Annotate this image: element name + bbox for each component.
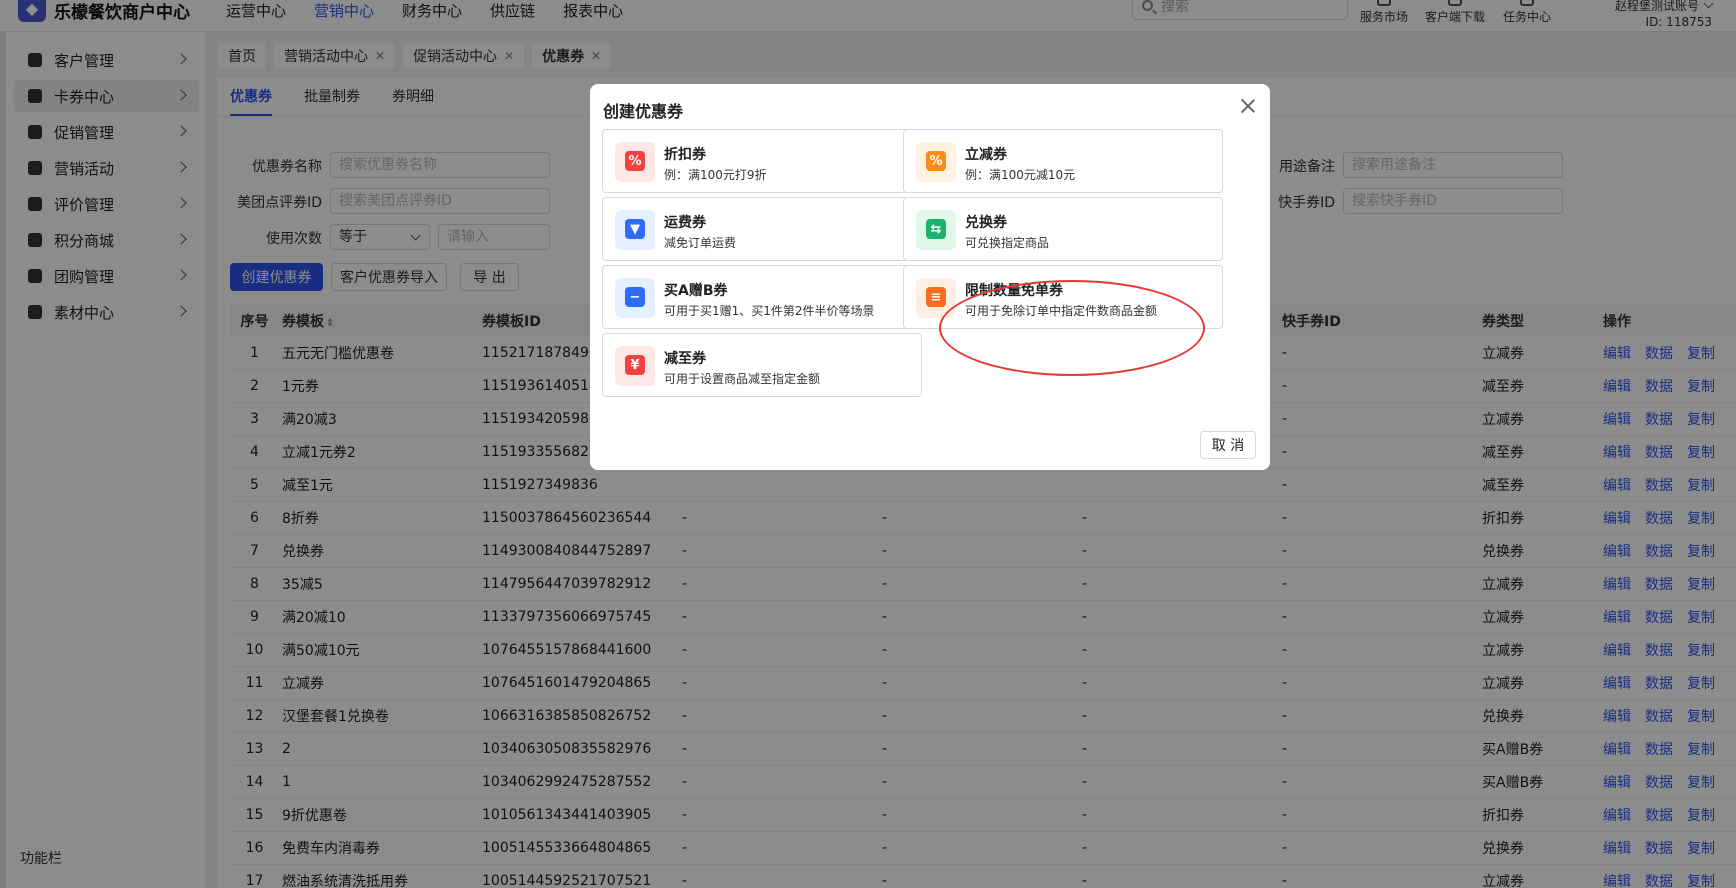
cart-icon: ▼: [615, 210, 655, 250]
gift-bag-icon: −: [615, 278, 655, 318]
coupon-type-name: 折扣券: [664, 147, 706, 163]
create-coupon-modal: 创建优惠券 % 折扣券 例：满100元打9折% 立减券 例：满100元减10元 ▼ 运费券减…: [590, 84, 1270, 470]
coupon-type-desc: 减免订单运费: [664, 236, 737, 250]
coupon-type-card[interactable]: ⇆ 兑换券可兑换指定商品: [903, 197, 1223, 261]
coupon-type-name: 运费券: [664, 215, 706, 231]
icon-glyph: ▼: [625, 219, 645, 239]
coupon-type-desc: 例：满100元减10元: [965, 168, 1076, 182]
modal-title: 创建优惠券: [603, 102, 684, 121]
coupon-type-desc: 可用于设置商品减至指定金额: [664, 372, 821, 386]
coupon-type-name: 兑换券: [965, 215, 1007, 231]
coupon-type-desc: 例：满100元打9折: [664, 168, 767, 182]
icon-glyph: ≡: [926, 287, 946, 307]
discount-tag-icon: %: [615, 142, 655, 182]
icon-glyph: %: [625, 151, 645, 171]
close-icon[interactable]: [1238, 96, 1258, 116]
annotation-circle: [939, 280, 1205, 376]
coupon-type-card[interactable]: % 立减券例：满100元减10元: [903, 129, 1223, 193]
icon-glyph: ⇆: [926, 219, 946, 239]
icon-glyph: −: [625, 287, 645, 307]
exchange-icon: ⇆: [916, 210, 956, 250]
cancel-button[interactable]: 取 消: [1200, 431, 1256, 459]
coupon-type-card[interactable]: ▼ 运费券减免订单运费: [602, 197, 922, 261]
coupon-type-name: 减至券: [664, 351, 706, 367]
coupon-type-card[interactable]: ¥ 减至券可用于设置商品减至指定金额: [602, 333, 922, 397]
voucher-icon: ¥: [615, 346, 655, 386]
coupon-type-name: 立减券: [965, 147, 1007, 163]
coupon-type-desc: 可用于买1赠1、买1件第2件半价等场景: [664, 304, 875, 318]
icon-glyph: ¥: [625, 355, 645, 375]
coupon-type-desc: 可兑换指定商品: [965, 236, 1050, 250]
coupon-type-card[interactable]: % 折扣券例：满100元打9折: [602, 129, 922, 193]
icon-glyph: %: [926, 151, 946, 171]
coupon-type-card[interactable]: − 买A赠B券可用于买1赠1、买1件第2件半价等场景: [602, 265, 922, 329]
coupon-type-name: 买A赠B券: [664, 283, 728, 299]
percent-icon: %: [916, 142, 956, 182]
